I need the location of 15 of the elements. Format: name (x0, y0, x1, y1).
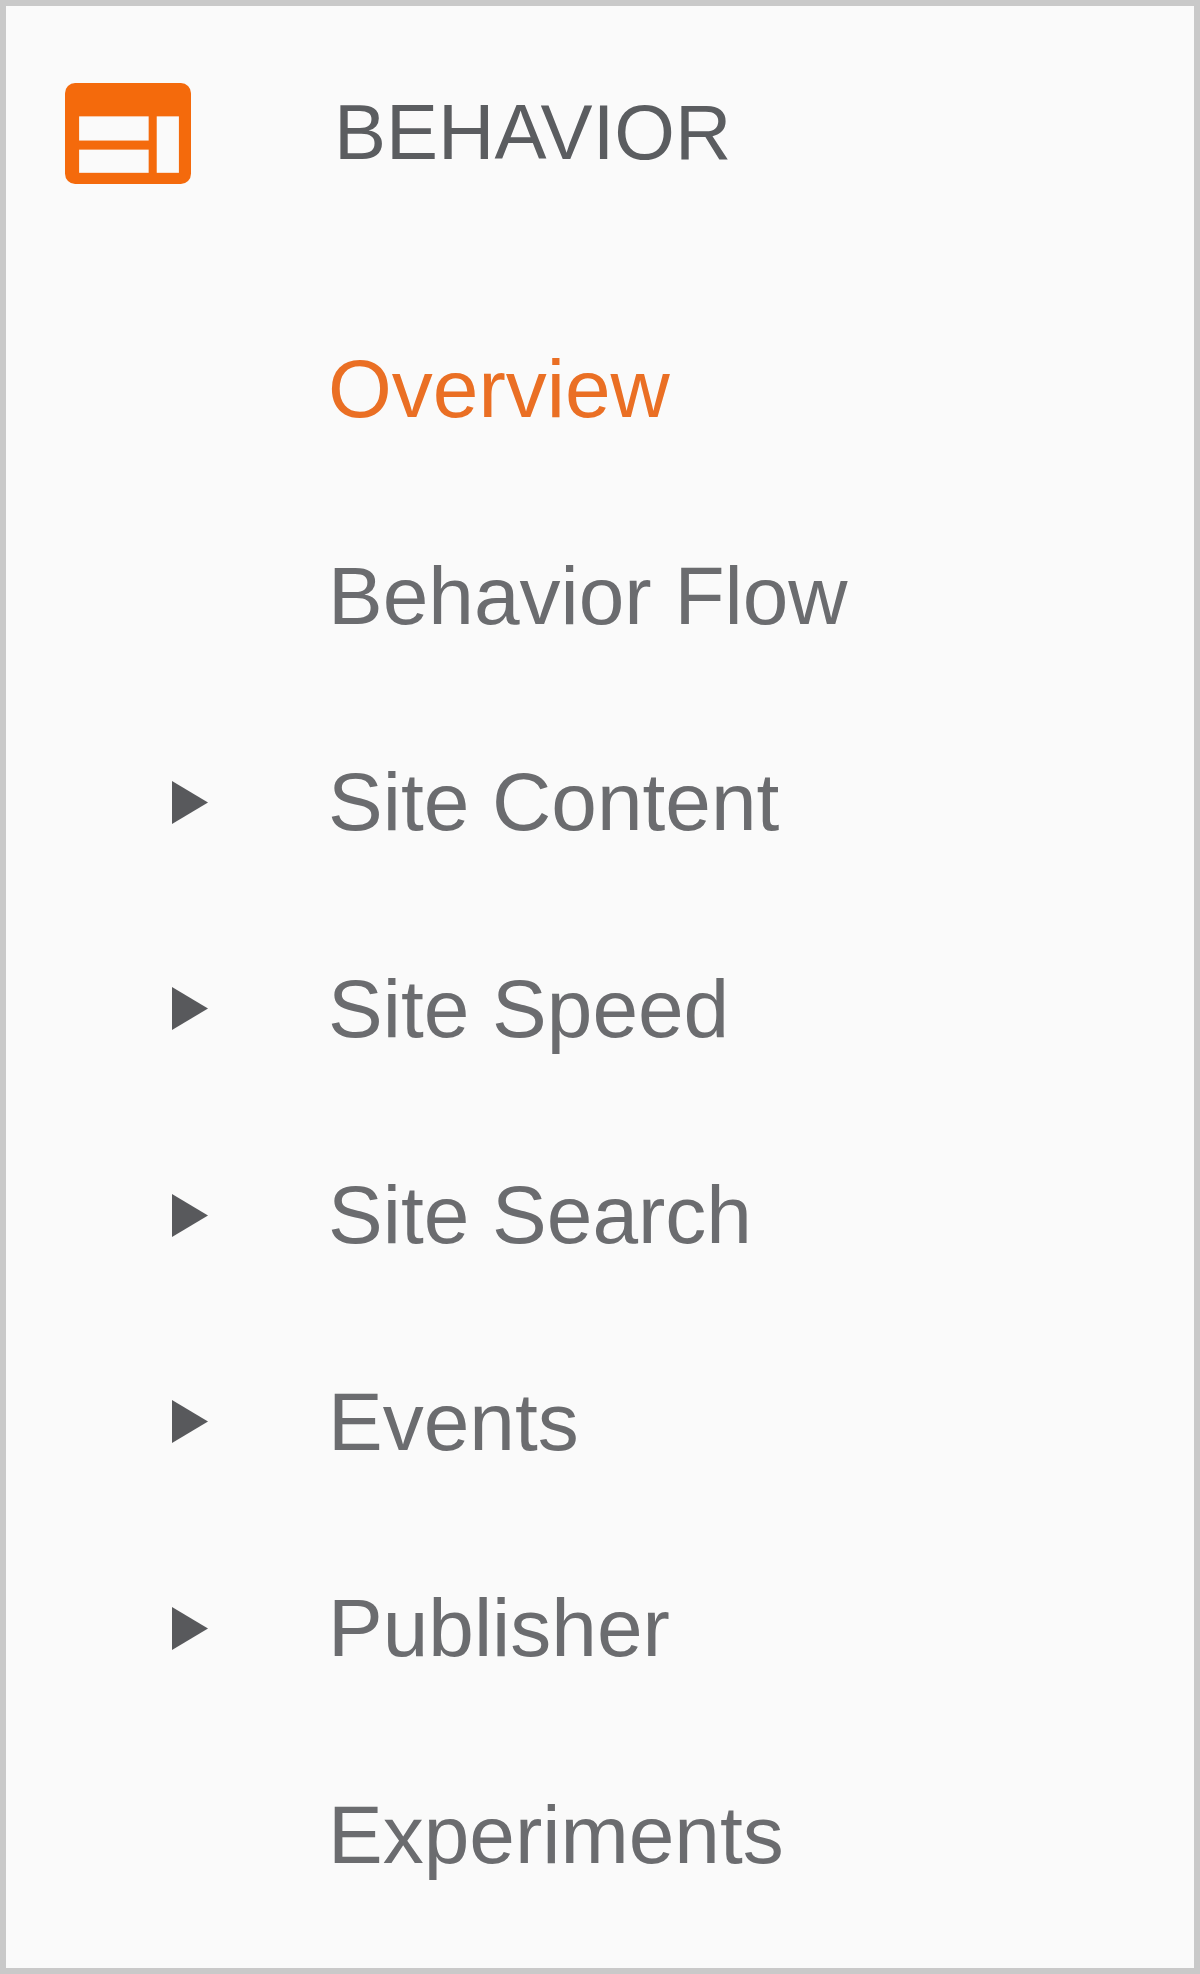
nav-link[interactable]: Publisher (328, 1581, 670, 1676)
nav-link[interactable]: Site Content (328, 755, 780, 850)
expand-caret-icon[interactable] (172, 987, 208, 1031)
nav-link[interactable]: Experiments (328, 1787, 784, 1882)
expand-caret-icon[interactable] (172, 1606, 208, 1650)
nav-link[interactable]: Site Speed (328, 961, 730, 1056)
nav-link[interactable]: Behavior Flow (328, 548, 848, 643)
expand-caret-icon[interactable] (172, 780, 208, 824)
nav-link[interactable]: Overview (328, 342, 670, 437)
nav-link[interactable]: Events (328, 1374, 579, 1469)
expand-caret-icon[interactable] (172, 1400, 208, 1444)
expand-caret-icon[interactable] (172, 1193, 208, 1237)
layout-icon (65, 82, 191, 184)
section-title: BEHAVIOR (334, 88, 732, 178)
nav-link[interactable]: Site Search (328, 1168, 752, 1263)
